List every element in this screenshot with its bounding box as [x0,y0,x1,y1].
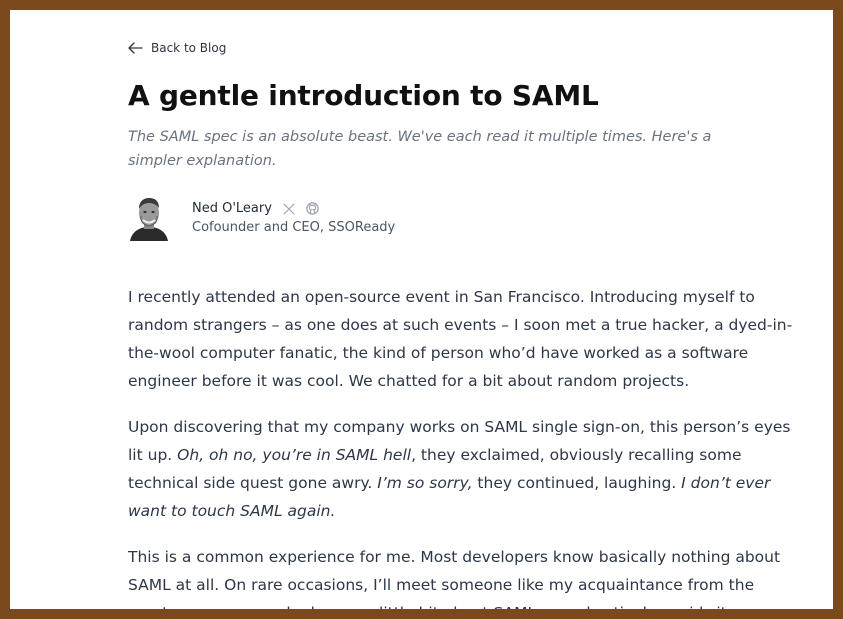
author-byline: Ned O'Leary Cofounder and CEO, SSOReady [128,195,818,241]
paragraph-2: Upon discovering that my company works o… [128,413,803,525]
article-subtitle: The SAML spec is an absolute beast. We'v… [128,129,712,169]
x-icon[interactable] [282,202,296,216]
author-name-row: Ned O'Leary [192,201,395,216]
paragraph-2-quote-1: Oh, oh no, you’re in SAML hell [177,446,412,464]
article-container: Back to Blog A gentle introduction to SA… [128,39,818,609]
avatar [128,195,170,241]
author-role: Cofounder and CEO, SSOReady [192,220,396,235]
paragraph-2-text-c: they continued, laughing. [472,474,682,492]
paragraph-3: This is a common experience for me. Most… [128,548,781,609]
author-name: Ned O'Leary [192,201,272,216]
arrow-left-icon [128,42,143,54]
back-link-label: Back to Blog [151,41,227,55]
github-icon[interactable] [306,202,320,216]
article-title: A gentle introduction to SAML [128,79,599,112]
author-meta: Ned O'Leary Cofounder and CEO, SSOReady [192,201,395,235]
paragraph-2-quote-2: I’m so sorry, [377,474,473,492]
article-body: I recently attended an open-source event… [128,283,803,609]
back-to-blog-link[interactable]: Back to Blog [128,39,818,57]
page-frame: Back to Blog A gentle introduction to SA… [10,10,833,609]
paragraph-1: I recently attended an open-source event… [128,288,793,390]
